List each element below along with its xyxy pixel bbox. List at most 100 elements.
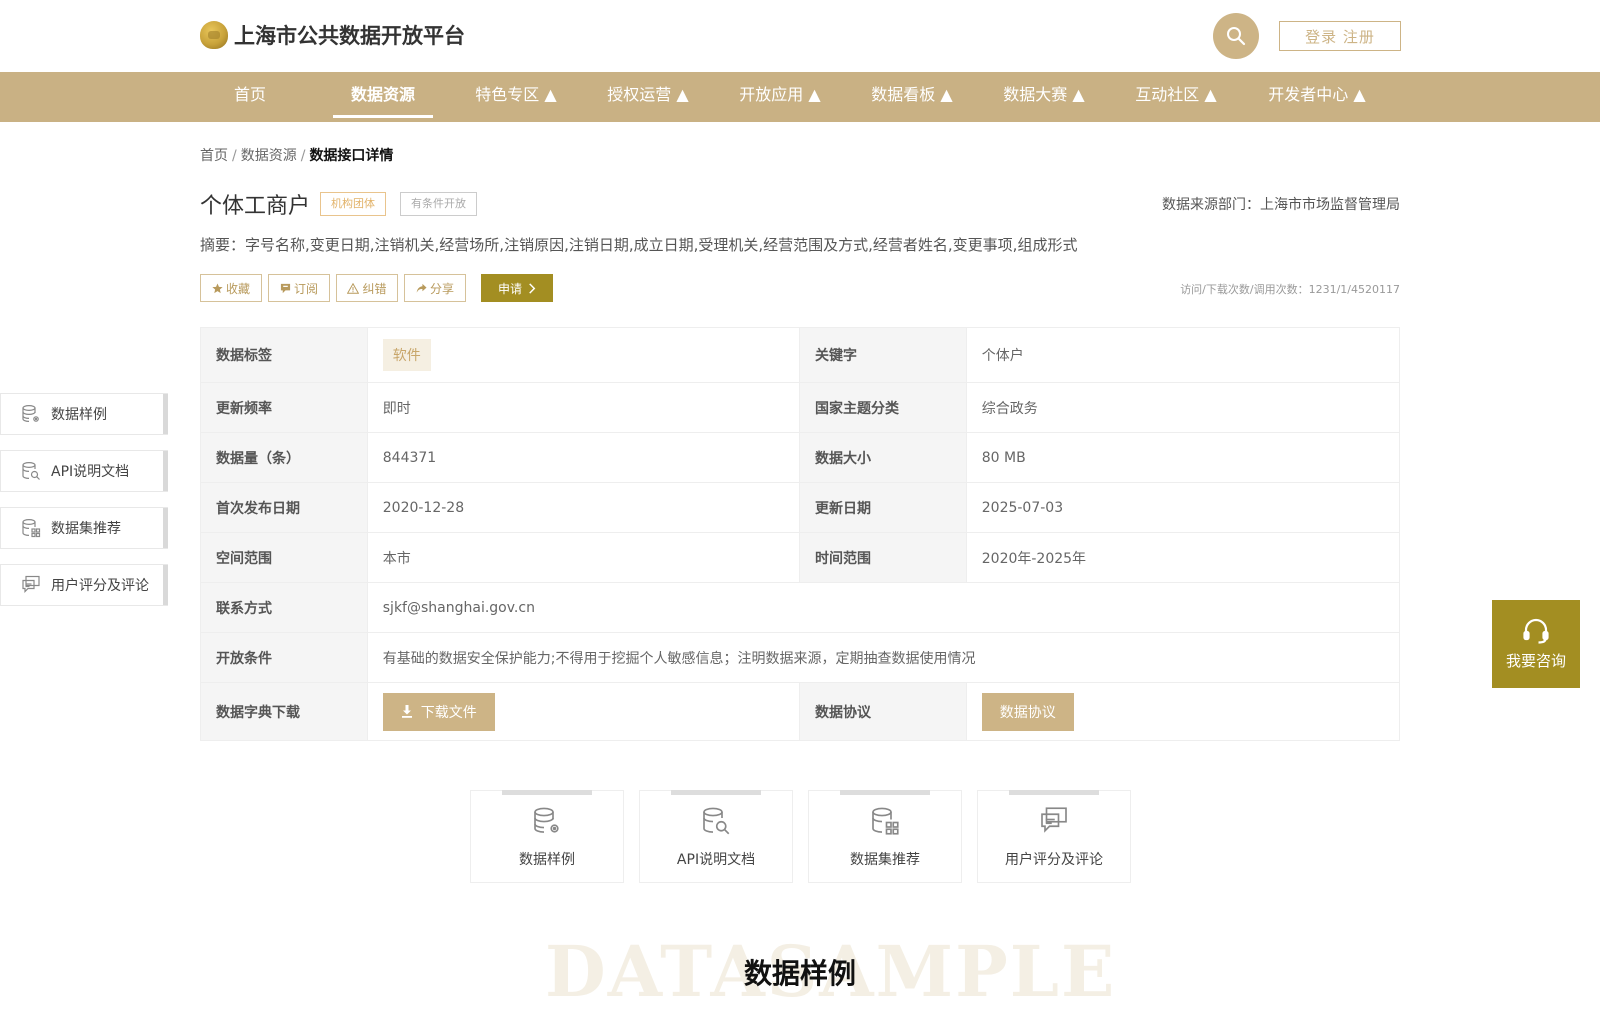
data-agreement-label: 数据协议 (800, 683, 967, 740)
database-gear-icon (534, 807, 559, 833)
first-release-value: 2020-12-28 (368, 483, 800, 532)
org-type-badge: 机构团体 (320, 192, 386, 216)
spatial-range-value: 本市 (368, 533, 800, 582)
side-nav-label: API说明文档 (51, 464, 130, 480)
subscribe-label: 订阅 (293, 281, 318, 296)
breadcrumb: 首页 / 数据资源 / 数据接口详情 (200, 145, 393, 165)
contact-value[interactable]: sjkf@shanghai.gov.cn (368, 583, 1399, 632)
table-row: 首次发布日期 2020-12-28 更新日期 2025-07-03 (201, 483, 1399, 533)
table-row: 数据量（条） 844371 数据大小 80 MB (201, 433, 1399, 483)
search-button[interactable] (1213, 13, 1259, 59)
favorite-label: 收藏 (225, 281, 250, 296)
page-title: 个体工商户 (200, 194, 311, 219)
data-size-label: 数据大小 (800, 433, 967, 482)
comment-icon (1041, 807, 1067, 833)
dataset-info-table: 数据标签 软件 关键字 个体户 更新频率 即时 国家主题分类 综合政务 数据量（… (200, 327, 1400, 741)
dataset-summary: 摘要：字号名称,变更日期,注销机关,经营场所,注销原因,注销日期,成立日期,受理… (200, 236, 1078, 254)
share-arrow-icon (416, 283, 427, 293)
nav-item-authorized-operation[interactable]: 授权运营 ▲ (595, 72, 701, 122)
nav-item-data-resources[interactable]: 数据资源 (333, 72, 433, 122)
time-range-label: 时间范围 (800, 533, 967, 582)
card-data-sample[interactable]: 数据样例 (470, 790, 624, 883)
table-row: 更新频率 即时 国家主题分类 综合政务 (201, 383, 1399, 433)
consult-label: 我要咨询 (1505, 651, 1566, 670)
side-nav-label: 数据样例 (51, 407, 107, 423)
favorite-button[interactable]: 收藏 (200, 274, 262, 302)
dictionary-download-cell: 下载文件 (368, 683, 800, 740)
table-row: 联系方式 sjkf@shanghai.gov.cn (201, 583, 1399, 633)
update-frequency-value: 即时 (368, 383, 800, 432)
breadcrumb-current: 数据接口详情 (309, 148, 394, 164)
record-count-label: 数据量（条） (201, 433, 368, 482)
nav-item-data-dashboard[interactable]: 数据看板 ▲ (859, 72, 965, 122)
open-condition-badge: 有条件开放 (400, 192, 477, 216)
update-date-label: 更新日期 (800, 483, 967, 532)
nav-item-developer-center[interactable]: 开发者中心 ▲ (1255, 72, 1379, 122)
data-size-value: 80 MB (981, 449, 1026, 466)
share-label: 分享 (429, 281, 454, 296)
breadcrumb-data-resources[interactable]: 数据资源 (241, 148, 297, 164)
breadcrumb-separator: / (300, 148, 306, 164)
database-grid-icon (22, 518, 41, 538)
nav-item-home[interactable]: 首页 (222, 72, 278, 122)
login-register-button[interactable]: 登录 注册 (1279, 21, 1401, 51)
nav-item-data-contest[interactable]: 数据大赛 ▲ (991, 72, 1097, 122)
tag-value: 软件 (368, 328, 800, 382)
download-icon (401, 705, 412, 718)
nav-item-featured-zones[interactable]: 特色专区 ▲ (463, 72, 569, 122)
apply-button[interactable]: 申请 (481, 274, 553, 302)
data-agreement-cell: 数据协议 (967, 683, 1399, 740)
card-api-docs[interactable]: API说明文档 (639, 790, 793, 883)
consult-button[interactable]: 我要咨询 (1492, 600, 1580, 688)
download-file-button[interactable]: 下载文件 (382, 692, 495, 731)
card-label: 用户评分及评论 (1005, 852, 1103, 868)
contact-label: 联系方式 (201, 583, 368, 632)
data-agreement-button[interactable]: 数据协议 (981, 692, 1074, 731)
access-stats: 访问/下载次数/调用次数：1231/1/4520117 (1180, 283, 1400, 296)
source-department: 数据来源部门：上海市市场监督管理局 (1162, 197, 1400, 213)
database-gear-icon (22, 404, 39, 422)
star-icon (212, 282, 223, 293)
breadcrumb-home[interactable]: 首页 (200, 148, 228, 164)
update-date-value: 2025-07-03 (981, 499, 1064, 516)
download-file-label: 下载文件 (420, 704, 477, 721)
side-nav-ratings-comments[interactable]: 用户评分及评论 (0, 564, 168, 606)
subscribe-button[interactable]: 订阅 (268, 274, 330, 302)
side-nav-label: 数据集推荐 (51, 521, 121, 537)
card-label: API说明文档 (676, 852, 756, 868)
nav-item-community[interactable]: 互动社区 ▲ (1123, 72, 1229, 122)
logo[interactable]: 上海市公共数据开放平台 (200, 20, 465, 50)
chevron-right-icon (529, 282, 536, 294)
logo-text: 上海市公共数据开放平台 (234, 24, 465, 48)
spatial-range-label: 空间范围 (201, 533, 368, 582)
national-theme-label: 国家主题分类 (800, 383, 967, 432)
time-range-value: 2020年-2025年 (981, 550, 1087, 567)
tag-chip[interactable]: 软件 (382, 339, 431, 371)
share-button[interactable]: 分享 (404, 274, 466, 302)
nav-item-open-apps[interactable]: 开放应用 ▲ (727, 72, 833, 122)
open-condition-label: 开放条件 (201, 633, 368, 682)
table-row: 数据字典下载 下载文件 数据协议 数据协议 (201, 683, 1399, 740)
apply-label: 申请 (497, 281, 522, 296)
side-nav-api-docs[interactable]: API说明文档 (0, 450, 168, 492)
table-row: 数据标签 软件 关键字 个体户 (201, 328, 1399, 383)
report-error-button[interactable]: 纠错 (336, 274, 398, 302)
tag-label: 数据标签 (201, 328, 368, 382)
section-title-data-sample: 数据样例 (743, 957, 856, 990)
card-label: 数据集推荐 (850, 852, 920, 868)
database-grid-icon (872, 807, 899, 835)
search-icon (1227, 27, 1246, 46)
card-label: 数据样例 (519, 852, 575, 868)
card-ratings-comments[interactable]: 用户评分及评论 (977, 790, 1131, 883)
national-theme-value: 综合政务 (981, 400, 1038, 417)
warning-icon (347, 282, 360, 294)
header: 上海市公共数据开放平台 登录 注册 (0, 0, 1600, 72)
breadcrumb-separator: / (232, 148, 237, 164)
logo-emblem-icon (200, 21, 228, 49)
side-nav-dataset-recommend[interactable]: 数据集推荐 (0, 507, 168, 549)
side-nav-label: 用户评分及评论 (51, 578, 149, 594)
side-nav-data-sample[interactable]: 数据样例 (0, 393, 168, 435)
card-dataset-recommend[interactable]: 数据集推荐 (808, 790, 962, 883)
dictionary-download-label: 数据字典下载 (201, 683, 368, 740)
bookmark-comment-icon (280, 283, 291, 293)
